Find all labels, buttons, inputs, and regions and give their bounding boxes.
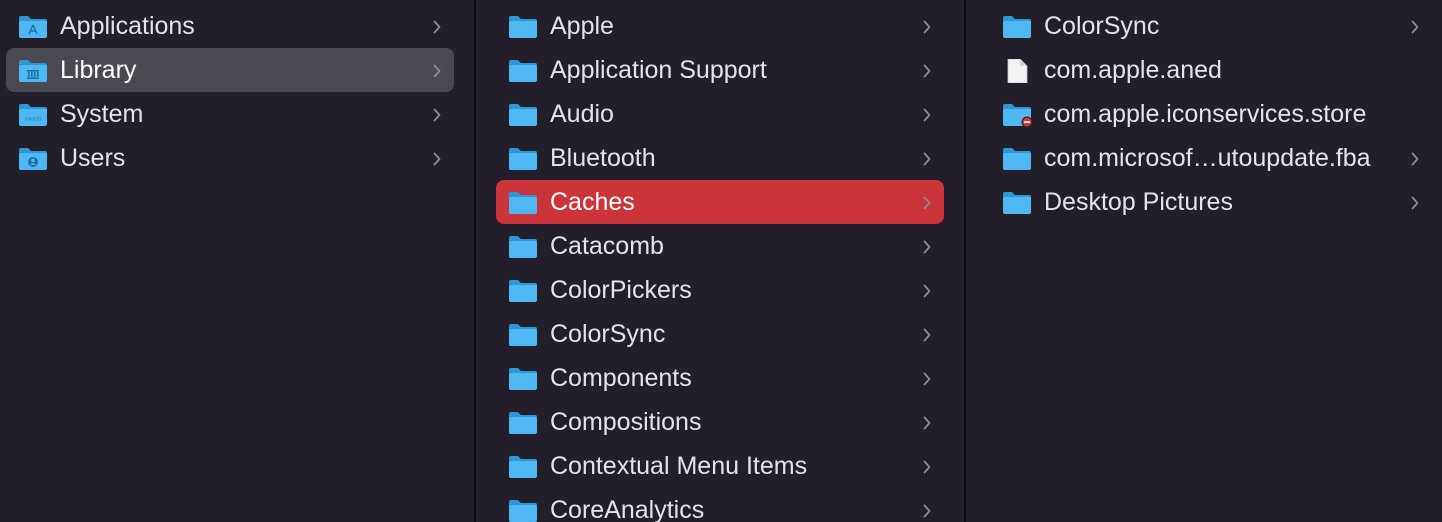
file-row-colorsync[interactable]: ColorSync: [496, 312, 944, 356]
file-name: Contextual Menu Items: [550, 452, 808, 480]
file-row-com-microsof-utoupdate-fba[interactable]: com.microsof…utoupdate.fba: [990, 136, 1426, 180]
folder-icon: [508, 235, 538, 259]
file-row-caches[interactable]: Caches: [496, 180, 944, 224]
chevron-right-icon: [432, 64, 442, 78]
file-name: com.apple.iconservices.store: [1044, 100, 1367, 128]
folder-icon: [508, 191, 538, 215]
file-row-components[interactable]: Components: [496, 356, 944, 400]
folder-icon: [508, 59, 538, 83]
file-row-coreanalytics[interactable]: CoreAnalytics: [496, 488, 944, 522]
file-name: Application Support: [550, 56, 767, 84]
file-name: Applications: [60, 12, 195, 40]
file-name: Catacomb: [550, 232, 664, 260]
finder-column-browser: Applications Library macOS System Users Appl…: [0, 0, 1442, 522]
file-name: Components: [550, 364, 692, 392]
column-library[interactable]: Apple Application Support Audio Bluetooth Ca…: [476, 0, 964, 522]
column-root[interactable]: Applications Library macOS System Users: [0, 0, 474, 522]
file-row-catacomb[interactable]: Catacomb: [496, 224, 944, 268]
file-name: Users: [60, 144, 126, 172]
folder-icon: [508, 367, 538, 391]
folder-icon: [508, 323, 538, 347]
chevron-right-icon: [922, 328, 932, 342]
folder-icon: [508, 15, 538, 39]
file-name: ColorSync: [550, 320, 666, 348]
file-name: ColorPickers: [550, 276, 692, 304]
file-name: ColorSync: [1044, 12, 1160, 40]
document-icon: [1002, 58, 1032, 84]
folder-icon: [1002, 191, 1032, 215]
file-row-system[interactable]: macOS System: [6, 92, 454, 136]
file-row-bluetooth[interactable]: Bluetooth: [496, 136, 944, 180]
chevron-right-icon: [922, 284, 932, 298]
chevron-right-icon: [922, 64, 932, 78]
file-row-compositions[interactable]: Compositions: [496, 400, 944, 444]
file-name: Bluetooth: [550, 144, 656, 172]
chevron-right-icon: [432, 152, 442, 166]
column-caches[interactable]: ColorSync com.apple.aned com.apple.iconser…: [966, 0, 1442, 522]
folder-icon: [508, 455, 538, 479]
chevron-right-icon: [1410, 196, 1420, 210]
file-row-desktop-pictures[interactable]: Desktop Pictures: [990, 180, 1426, 224]
chevron-right-icon: [922, 196, 932, 210]
file-name: CoreAnalytics: [550, 496, 705, 522]
file-name: Apple: [550, 12, 614, 40]
chevron-right-icon: [1410, 152, 1420, 166]
folder-icon: [508, 147, 538, 171]
folder-icon: [508, 411, 538, 435]
file-row-applications[interactable]: Applications: [6, 4, 454, 48]
applications-folder-icon: [18, 15, 48, 39]
file-name: Compositions: [550, 408, 702, 436]
folder-icon: [1002, 147, 1032, 171]
file-row-users[interactable]: Users: [6, 136, 454, 180]
chevron-right-icon: [922, 152, 932, 166]
chevron-right-icon: [922, 504, 932, 518]
macos-system-folder-icon: macOS: [18, 103, 48, 127]
chevron-right-icon: [922, 108, 932, 122]
file-row-colorsync[interactable]: ColorSync: [990, 4, 1426, 48]
file-row-colorpickers[interactable]: ColorPickers: [496, 268, 944, 312]
chevron-right-icon: [922, 372, 932, 386]
chevron-right-icon: [922, 240, 932, 254]
svg-text:macOS: macOS: [25, 117, 42, 123]
library-folder-icon: [18, 59, 48, 83]
users-folder-icon: [18, 147, 48, 171]
file-row-application-support[interactable]: Application Support: [496, 48, 944, 92]
chevron-right-icon: [922, 460, 932, 474]
file-row-com-apple-aned[interactable]: com.apple.aned: [990, 48, 1426, 92]
folder-icon: [1002, 15, 1032, 39]
file-name: Caches: [550, 188, 635, 216]
chevron-right-icon: [1410, 20, 1420, 34]
folder-icon: [508, 103, 538, 127]
file-row-apple[interactable]: Apple: [496, 4, 944, 48]
chevron-right-icon: [922, 416, 932, 430]
file-row-contextual-menu-items[interactable]: Contextual Menu Items: [496, 444, 944, 488]
file-name: com.apple.aned: [1044, 56, 1222, 84]
folder-icon: [508, 499, 538, 522]
file-row-library[interactable]: Library: [6, 48, 454, 92]
file-name: System: [60, 100, 144, 128]
file-name: Audio: [550, 100, 614, 128]
folder-icon: [508, 279, 538, 303]
chevron-right-icon: [922, 20, 932, 34]
file-name: Library: [60, 56, 137, 84]
file-name: com.microsof…utoupdate.fba: [1044, 144, 1371, 172]
chevron-right-icon: [432, 108, 442, 122]
file-row-com-apple-iconservices-store[interactable]: com.apple.iconservices.store: [990, 92, 1426, 136]
chevron-right-icon: [432, 20, 442, 34]
file-name: Desktop Pictures: [1044, 188, 1233, 216]
restricted-folder-icon: [1002, 103, 1033, 128]
file-row-audio[interactable]: Audio: [496, 92, 944, 136]
